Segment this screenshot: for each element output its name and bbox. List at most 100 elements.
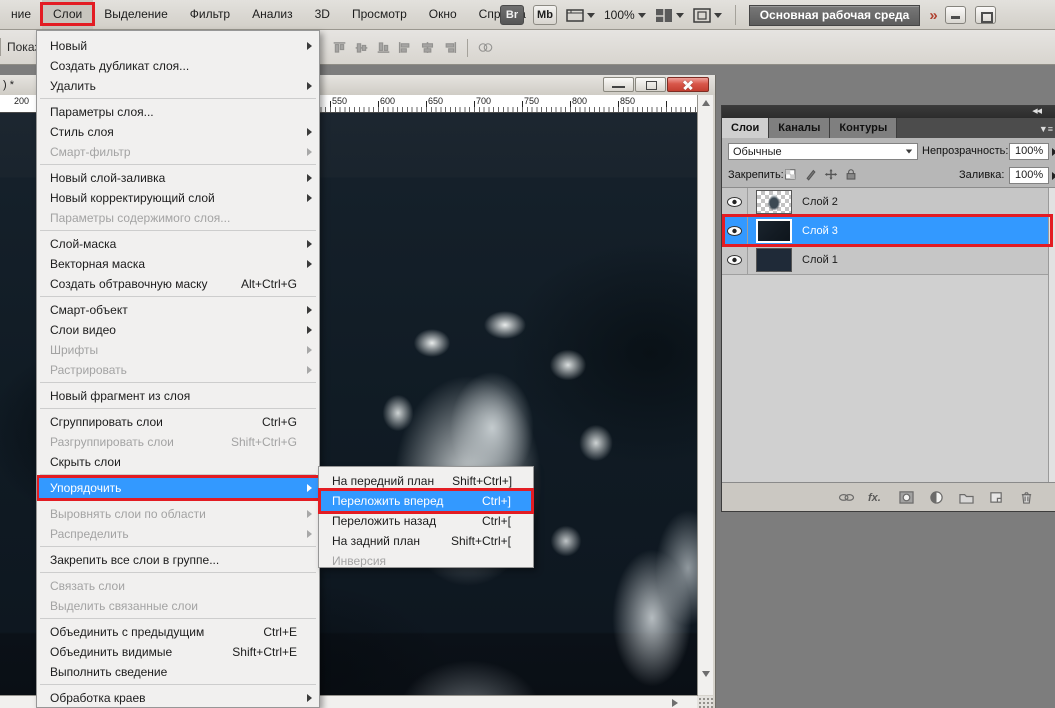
menu-item-скрыть-слои[interactable]: Скрыть слои <box>37 452 319 472</box>
resize-grip[interactable] <box>697 696 713 708</box>
opacity-input[interactable]: 100% <box>1009 143 1049 160</box>
minibridge-button[interactable]: Mb <box>533 5 557 25</box>
menu-item-параметры-слоя-[interactable]: Параметры слоя... <box>37 102 319 122</box>
workspace-overflow-chevron[interactable]: » <box>929 7 935 24</box>
new-layer-icon[interactable] <box>988 490 1005 504</box>
tab-контуры[interactable]: Контуры <box>830 118 897 138</box>
app-minimize-button[interactable] <box>945 6 966 24</box>
menu-item-сгруппировать-слои[interactable]: Сгруппировать слоиCtrl+G <box>37 412 319 432</box>
menubar-item-Анализ[interactable]: Анализ <box>241 0 304 29</box>
layer-row-слой-1[interactable]: Слой 1 <box>722 246 1055 275</box>
menu-item-создать-обтравочную-маску[interactable]: Создать обтравочную маскуAlt+Ctrl+G <box>37 274 319 294</box>
menu-item-label: Растрировать <box>50 363 127 377</box>
menu-item-удалить[interactable]: Удалить <box>37 76 319 96</box>
guides-dropdown[interactable] <box>566 8 595 23</box>
menu-item-векторная-маска[interactable]: Векторная маска <box>37 254 319 274</box>
layer-name[interactable]: Слой 2 <box>802 196 838 208</box>
panel-controls: Обычные Непрозрачность: 100% Закрепить: … <box>722 138 1055 188</box>
vertical-scrollbar[interactable] <box>697 95 713 695</box>
bridge-button[interactable]: Br <box>500 5 524 25</box>
new-group-icon[interactable] <box>958 490 975 504</box>
menu-item-объединить-с-предыдущим[interactable]: Объединить с предыдущимCtrl+E <box>37 622 319 642</box>
ruler-label: 200 <box>14 96 29 106</box>
menu-item-смарт-объект[interactable]: Смарт-объект <box>37 300 319 320</box>
zoom-level-dropdown[interactable]: 100% <box>604 8 646 22</box>
menu-item-обработка-краев[interactable]: Обработка краев <box>37 688 319 708</box>
align-right-icon[interactable] <box>442 40 457 55</box>
delete-layer-icon[interactable] <box>1018 490 1035 504</box>
menu-item-объединить-видимые[interactable]: Объединить видимыеShift+Ctrl+E <box>37 642 319 662</box>
menu-item-стиль-слоя[interactable]: Стиль слоя <box>37 122 319 142</box>
menu-item-новый-фрагмент-из-слоя[interactable]: Новый фрагмент из слоя <box>37 386 319 406</box>
align-top-icon[interactable] <box>332 40 347 55</box>
arrange-documents-dropdown[interactable] <box>655 8 684 23</box>
lock-transparency-icon[interactable] <box>784 167 798 181</box>
layer-mask-icon[interactable] <box>898 490 915 504</box>
app-restore-button[interactable] <box>975 6 996 24</box>
layer-name[interactable]: Слой 1 <box>802 254 838 266</box>
collapse-panel-icon[interactable]: ◀◀ <box>1032 108 1041 116</box>
lock-position-icon[interactable] <box>824 167 838 181</box>
menu-item-создать-дубликат-слоя-[interactable]: Создать дубликат слоя... <box>37 56 319 76</box>
panel-menu-icon[interactable]: ▼≡ <box>1039 124 1053 134</box>
link-layers-icon[interactable] <box>838 490 855 504</box>
align-bottom-icon[interactable] <box>376 40 391 55</box>
scroll-down-icon[interactable] <box>702 671 710 677</box>
menu-item-упорядочить[interactable]: Упорядочить <box>37 478 319 498</box>
menubar-item-Слои[interactable]: Слои <box>42 0 93 29</box>
menu-item-переложить-вперед[interactable]: Переложить впередCtrl+] <box>319 491 533 511</box>
fill-label: Заливка: <box>959 169 1004 181</box>
panel-scrollbar[interactable] <box>1048 188 1055 482</box>
panel-bottom-bar: fx. <box>722 482 1055 511</box>
menu-item-label: Новый корректирующий слой <box>50 191 215 205</box>
visibility-eye-icon[interactable] <box>722 188 748 216</box>
menubar-item-Окно[interactable]: Окно <box>418 0 468 29</box>
fill-input[interactable]: 100% <box>1009 167 1049 184</box>
menu-item-на-передний-план[interactable]: На передний планShift+Ctrl+] <box>319 471 533 491</box>
layer-style-icon[interactable]: fx. <box>868 490 885 504</box>
menu-item-label: Закрепить все слои в группе... <box>50 553 219 567</box>
menu-item-слои-видео[interactable]: Слои видео <box>37 320 319 340</box>
scroll-up-icon[interactable] <box>702 100 710 106</box>
menu-item-на-задний-план[interactable]: На задний планShift+Ctrl+[ <box>319 531 533 551</box>
layer-thumbnail[interactable] <box>756 219 792 243</box>
menubar-item-Фильтр[interactable]: Фильтр <box>179 0 241 29</box>
workspace-button[interactable]: Основная рабочая среда <box>749 5 921 26</box>
lock-all-icon[interactable] <box>844 167 858 181</box>
ruler-label: 600 <box>380 96 395 106</box>
tab-каналы[interactable]: Каналы <box>769 118 830 138</box>
menubar-item-Просмотр[interactable]: Просмотр <box>341 0 418 29</box>
layer-thumbnail[interactable] <box>756 248 792 272</box>
menu-item-переложить-назад[interactable]: Переложить назадCtrl+[ <box>319 511 533 531</box>
layer-row-слой-3[interactable]: Слой 3 <box>722 217 1055 246</box>
auto-align-icon[interactable] <box>478 40 493 55</box>
menu-item-слой-маска[interactable]: Слой-маска <box>37 234 319 254</box>
scroll-right-icon[interactable] <box>672 699 678 707</box>
menubar-item-ние[interactable]: ние <box>0 0 42 29</box>
menubar-item-3D[interactable]: 3D <box>304 0 341 29</box>
visibility-eye-icon[interactable] <box>722 217 748 245</box>
menu-item-новый-слой-заливка[interactable]: Новый слой-заливка <box>37 168 319 188</box>
document-close-button[interactable] <box>667 77 709 92</box>
layer-thumbnail[interactable] <box>756 190 792 214</box>
blend-mode-select[interactable]: Обычные <box>728 143 918 160</box>
visibility-eye-icon[interactable] <box>722 246 748 274</box>
document-restore-button[interactable] <box>635 77 666 92</box>
align-left-icon[interactable] <box>398 40 413 55</box>
menu-item-закрепить-все-слои-в-группе-[interactable]: Закрепить все слои в группе... <box>37 550 319 570</box>
tab-слои[interactable]: Слои <box>722 118 769 138</box>
menu-item-выполнить-сведение[interactable]: Выполнить сведение <box>37 662 319 682</box>
layer-row-слой-2[interactable]: Слой 2 <box>722 188 1055 217</box>
lock-pixels-icon[interactable] <box>804 167 818 181</box>
menu-item-label: На передний план <box>332 474 434 488</box>
align-vcenter-icon[interactable] <box>354 40 369 55</box>
menu-item-шрифты: Шрифты <box>37 340 319 360</box>
menubar-item-Выделение[interactable]: Выделение <box>93 0 179 29</box>
menu-item-новый[interactable]: Новый <box>37 36 319 56</box>
layer-name[interactable]: Слой 3 <box>802 225 838 237</box>
align-hcenter-icon[interactable] <box>420 40 435 55</box>
document-minimize-button[interactable] <box>603 77 634 92</box>
screen-mode-dropdown[interactable] <box>693 8 722 23</box>
adjustment-layer-icon[interactable] <box>928 490 945 504</box>
menu-item-новый-корректирующий-слой[interactable]: Новый корректирующий слой <box>37 188 319 208</box>
